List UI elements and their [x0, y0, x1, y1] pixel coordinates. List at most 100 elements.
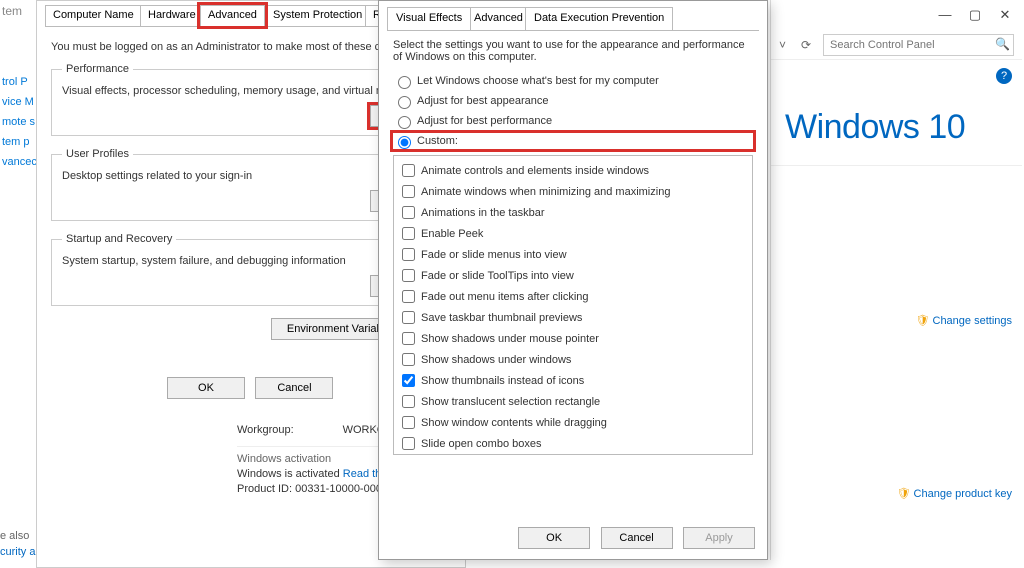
- checkbox-label: Show window contents while dragging: [421, 417, 607, 429]
- checkbox-label: Show shadows under windows: [421, 354, 571, 366]
- checkbox-label: Animations in the taskbar: [421, 207, 545, 219]
- checkbox-input[interactable]: [402, 185, 415, 198]
- activation-status: Windows is activated: [237, 468, 343, 480]
- visual-effect-option[interactable]: Save taskbar thumbnail previews: [398, 307, 748, 328]
- nav-header: tem: [0, 0, 39, 22]
- search-icon[interactable]: 🔍: [995, 37, 1010, 51]
- workgroup-label: Workgroup:: [237, 424, 294, 436]
- refresh-icon[interactable]: ⟳: [801, 38, 815, 52]
- checkbox-label: Enable Peek: [421, 228, 483, 240]
- perfopts-tabs: Visual Effects Advanced Data Execution P…: [387, 7, 759, 31]
- radio-input[interactable]: [398, 136, 411, 149]
- checkbox-input[interactable]: [402, 374, 415, 387]
- checkbox-input[interactable]: [402, 353, 415, 366]
- visual-effect-option[interactable]: Enable Peek: [398, 223, 748, 244]
- control-panel-window: — ▢ ✕ ˅ ⟳ 🔍 ? Windows 10 🛡Change setting…: [770, 0, 1022, 560]
- radio-input[interactable]: [398, 96, 411, 109]
- visual-effect-option[interactable]: Show shadows under windows: [398, 349, 748, 370]
- perfopts-buttons: OK Cancel Apply: [512, 527, 755, 549]
- tab-dep[interactable]: Data Execution Prevention: [525, 7, 673, 30]
- nav-item[interactable]: vice M: [0, 92, 39, 112]
- startup-recovery-legend: Startup and Recovery: [62, 233, 176, 245]
- visual-effect-option[interactable]: Animations in the taskbar: [398, 202, 748, 223]
- product-id-label: Product ID:: [237, 483, 292, 495]
- checkbox-input[interactable]: [402, 269, 415, 282]
- radio-input[interactable]: [398, 76, 411, 89]
- search-input[interactable]: [823, 34, 1014, 56]
- maximize-button[interactable]: ▢: [960, 3, 990, 27]
- performance-options-dialog: Visual Effects Advanced Data Execution P…: [378, 0, 768, 560]
- checkbox-input[interactable]: [402, 437, 415, 450]
- checkbox-input[interactable]: [402, 311, 415, 324]
- user-profiles-legend: User Profiles: [62, 148, 133, 160]
- visual-effect-option[interactable]: Fade or slide menus into view: [398, 244, 748, 265]
- visual-effect-option[interactable]: Fade out menu items after clicking: [398, 286, 748, 307]
- tab-visual-effects[interactable]: Visual Effects: [387, 7, 471, 30]
- checkbox-input[interactable]: [402, 416, 415, 429]
- checkbox-label: Fade out menu items after clicking: [421, 291, 589, 303]
- radio-option[interactable]: Adjust for best performance: [393, 113, 753, 129]
- sysprops-buttons: OK Cancel: [167, 377, 339, 399]
- visual-effect-option[interactable]: Animate windows when minimizing and maxi…: [398, 181, 748, 202]
- checkbox-input[interactable]: [402, 395, 415, 408]
- nav-item[interactable]: mote s: [0, 112, 39, 132]
- visual-effect-option[interactable]: Animate controls and elements inside win…: [398, 160, 748, 181]
- radio-option[interactable]: Adjust for best appearance: [393, 93, 753, 109]
- radio-input[interactable]: [398, 116, 411, 129]
- checkbox-label: Animate windows when minimizing and maxi…: [421, 186, 670, 198]
- checkbox-label: Show translucent selection rectangle: [421, 396, 600, 408]
- up-icon[interactable]: ˅: [779, 38, 793, 52]
- visual-effect-option[interactable]: Show translucent selection rectangle: [398, 391, 748, 412]
- checkbox-input[interactable]: [402, 164, 415, 177]
- checkbox-label: Show thumbnails instead of icons: [421, 375, 584, 387]
- ok-button[interactable]: OK: [167, 377, 245, 399]
- help-area: ?: [771, 60, 1022, 84]
- tab-perf-advanced[interactable]: Advanced: [465, 7, 532, 30]
- radio-label: Custom:: [417, 135, 458, 147]
- perfopts-ok-button[interactable]: OK: [518, 527, 590, 549]
- visual-effect-option[interactable]: Smooth edges of screen fonts: [398, 454, 748, 455]
- checkbox-label: Fade or slide menus into view: [421, 249, 567, 261]
- radio-option[interactable]: Custom:: [393, 133, 753, 149]
- perfopts-desc: Select the settings you want to use for …: [393, 39, 753, 63]
- visual-effect-option[interactable]: Show shadows under mouse pointer: [398, 328, 748, 349]
- tab-advanced[interactable]: Advanced: [200, 5, 265, 26]
- cancel-button[interactable]: Cancel: [255, 377, 333, 399]
- minimize-button[interactable]: —: [930, 3, 960, 27]
- perfopts-apply-button[interactable]: Apply: [683, 527, 755, 549]
- checkbox-label: Fade or slide ToolTips into view: [421, 270, 574, 282]
- tab-hardware[interactable]: Hardware: [140, 5, 204, 26]
- change-product-key-link[interactable]: 🛡Change product key: [897, 487, 1022, 500]
- checkbox-label: Save taskbar thumbnail previews: [421, 312, 582, 324]
- nav-item[interactable]: trol P: [0, 72, 39, 92]
- visual-effect-option[interactable]: Show window contents while dragging: [398, 412, 748, 433]
- windows-brand: Windows 10: [771, 84, 1022, 157]
- radio-label: Adjust for best appearance: [417, 95, 548, 107]
- close-button[interactable]: ✕: [990, 3, 1020, 27]
- titlebar: — ▢ ✕: [771, 0, 1022, 30]
- checkbox-input[interactable]: [402, 206, 415, 219]
- visual-effect-option[interactable]: Show thumbnails instead of icons: [398, 370, 748, 391]
- checkbox-label: Show shadows under mouse pointer: [421, 333, 599, 345]
- checkbox-input[interactable]: [402, 290, 415, 303]
- perfopts-cancel-button[interactable]: Cancel: [601, 527, 673, 549]
- visual-effects-checklist[interactable]: Animate controls and elements inside win…: [393, 155, 753, 455]
- nav-item[interactable]: tem p: [0, 132, 39, 152]
- shield-icon: 🛡: [897, 488, 911, 500]
- change-settings-link[interactable]: 🛡Change settings: [771, 314, 1022, 327]
- help-icon[interactable]: ?: [996, 68, 1012, 84]
- tab-system-protection[interactable]: System Protection: [265, 5, 370, 26]
- radio-option[interactable]: Let Windows choose what's best for my co…: [393, 73, 753, 89]
- radio-label: Adjust for best performance: [417, 115, 552, 127]
- tab-computer-name[interactable]: Computer Name: [45, 5, 142, 26]
- checkbox-input[interactable]: [402, 227, 415, 240]
- performance-legend: Performance: [62, 63, 133, 75]
- visual-effect-option[interactable]: Fade or slide ToolTips into view: [398, 265, 748, 286]
- checkbox-input[interactable]: [402, 332, 415, 345]
- search-box: 🔍: [823, 34, 1014, 56]
- checkbox-label: Animate controls and elements inside win…: [421, 165, 649, 177]
- visual-effect-option[interactable]: Slide open combo boxes: [398, 433, 748, 454]
- nav-item[interactable]: vancec: [0, 152, 39, 172]
- toolbar: ˅ ⟳ 🔍: [771, 30, 1022, 60]
- checkbox-input[interactable]: [402, 248, 415, 261]
